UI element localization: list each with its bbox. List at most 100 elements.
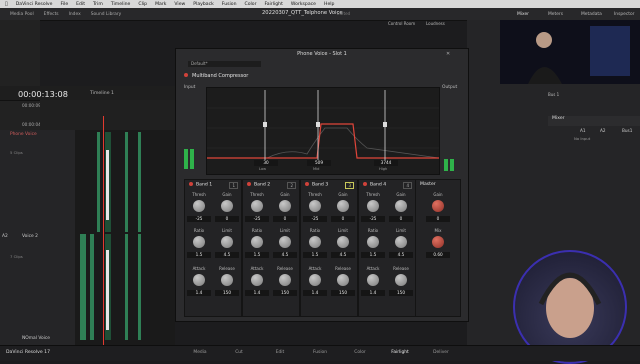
close-icon[interactable]: ✕ bbox=[446, 51, 450, 57]
ratio-value[interactable]: 1.5 bbox=[245, 252, 269, 258]
mix-value[interactable]: 0.60 bbox=[426, 252, 450, 258]
limit-value[interactable]: 4.5 bbox=[331, 252, 355, 258]
master-gain-knob[interactable] bbox=[432, 200, 444, 212]
menu-app[interactable]: DaVinci Resolve bbox=[16, 2, 53, 7]
menu-view[interactable]: View bbox=[174, 2, 185, 7]
track-name[interactable]: Phone Voice bbox=[10, 132, 37, 137]
audio-clip[interactable] bbox=[90, 234, 94, 340]
band-header[interactable]: Band 1 bbox=[189, 182, 212, 188]
mix-knob[interactable] bbox=[432, 236, 444, 248]
nav-color[interactable]: Color bbox=[345, 350, 375, 355]
release-knob[interactable] bbox=[337, 274, 349, 286]
ratio-knob[interactable] bbox=[193, 236, 205, 248]
audio-clip[interactable] bbox=[125, 132, 128, 232]
bus-select[interactable]: Bus 1 bbox=[548, 92, 559, 97]
attack-knob[interactable] bbox=[309, 274, 321, 286]
sound-library-button[interactable]: Sound Library bbox=[91, 12, 122, 17]
band-enable-icon[interactable] bbox=[247, 182, 251, 186]
release-knob[interactable] bbox=[395, 274, 407, 286]
audio-clip[interactable] bbox=[97, 132, 100, 232]
menu-file[interactable]: File bbox=[60, 2, 68, 7]
index-button[interactable]: Index bbox=[69, 12, 81, 17]
audio-clip[interactable] bbox=[80, 234, 86, 340]
menu-trim[interactable]: Trim bbox=[93, 2, 103, 7]
preset-dropdown[interactable]: Default* bbox=[188, 61, 261, 67]
thresh-value[interactable]: -25 bbox=[245, 216, 269, 222]
menu-help[interactable]: Help bbox=[324, 2, 334, 7]
band-header[interactable]: Band 3 bbox=[305, 182, 328, 188]
menu-timeline[interactable]: Timeline bbox=[111, 2, 131, 7]
limit-value[interactable]: 4.5 bbox=[273, 252, 297, 258]
limit-value[interactable]: 4.5 bbox=[389, 252, 413, 258]
limit-value[interactable]: 4.5 bbox=[215, 252, 239, 258]
gain-value[interactable]: 0 bbox=[273, 216, 297, 222]
gain-knob[interactable] bbox=[395, 200, 407, 212]
plugin-enable-icon[interactable] bbox=[184, 73, 188, 77]
gain-value[interactable]: 0 bbox=[389, 216, 413, 222]
ratio-value[interactable]: 1.5 bbox=[303, 252, 327, 258]
nav-edit[interactable]: Edit bbox=[265, 350, 295, 355]
meters-tab[interactable]: Meters bbox=[548, 12, 563, 17]
limit-knob[interactable] bbox=[395, 236, 407, 248]
limit-knob[interactable] bbox=[337, 236, 349, 248]
menu-clip[interactable]: Clip bbox=[138, 2, 147, 7]
thresh-knob[interactable] bbox=[309, 200, 321, 212]
ratio-knob[interactable] bbox=[251, 236, 263, 248]
ratio-knob[interactable] bbox=[367, 236, 379, 248]
nav-media[interactable]: Media bbox=[185, 350, 215, 355]
attack-knob[interactable] bbox=[193, 274, 205, 286]
band-header[interactable]: Band 4 bbox=[363, 182, 386, 188]
ratio-value[interactable]: 1.5 bbox=[361, 252, 385, 258]
media-pool-button[interactable]: Media Pool bbox=[10, 12, 34, 17]
menu-color[interactable]: Color bbox=[245, 2, 257, 7]
attack-value[interactable]: 1.4 bbox=[361, 290, 385, 296]
crossover-low-value[interactable]: 30 bbox=[254, 160, 278, 166]
thresh-value[interactable]: -25 bbox=[187, 216, 211, 222]
thresh-knob[interactable] bbox=[367, 200, 379, 212]
nav-cut[interactable]: Cut bbox=[224, 350, 254, 355]
inspector-tab[interactable]: Inspector bbox=[614, 12, 634, 17]
thresh-knob[interactable] bbox=[251, 200, 263, 212]
attack-knob[interactable] bbox=[251, 274, 263, 286]
timeline-ruler[interactable] bbox=[40, 100, 175, 130]
gain-knob[interactable] bbox=[221, 200, 233, 212]
metadata-tab[interactable]: Metadata bbox=[581, 12, 602, 17]
playhead[interactable] bbox=[103, 116, 104, 345]
audio-clip[interactable] bbox=[125, 234, 128, 340]
crossover-mid-value[interactable]: 509 bbox=[307, 160, 331, 166]
apple-icon[interactable]:  bbox=[5, 2, 8, 7]
track-name[interactable]: Voice 2 bbox=[22, 234, 38, 239]
audio-clip[interactable] bbox=[138, 132, 141, 232]
gain-value[interactable]: 0 bbox=[215, 216, 239, 222]
master-gain-value[interactable]: 0 bbox=[426, 216, 450, 222]
thresh-value[interactable]: -25 bbox=[361, 216, 385, 222]
menu-fairlight[interactable]: Fairlight bbox=[265, 2, 283, 7]
thresh-value[interactable]: -25 bbox=[303, 216, 327, 222]
effects-button[interactable]: Effects bbox=[44, 12, 59, 17]
limit-knob[interactable] bbox=[221, 236, 233, 248]
attack-value[interactable]: 1.4 bbox=[303, 290, 327, 296]
release-value[interactable]: 150 bbox=[215, 290, 239, 296]
band-header[interactable]: Band 2 bbox=[247, 182, 270, 188]
menu-mark[interactable]: Mark bbox=[155, 2, 166, 7]
menu-fusion[interactable]: Fusion bbox=[222, 2, 237, 7]
ratio-value[interactable]: 1.5 bbox=[187, 252, 211, 258]
release-value[interactable]: 150 bbox=[389, 290, 413, 296]
timeline-selector[interactable]: Timeline 1 bbox=[90, 91, 114, 96]
release-knob[interactable] bbox=[221, 274, 233, 286]
band-enable-icon[interactable] bbox=[189, 182, 193, 186]
thresh-knob[interactable] bbox=[193, 200, 205, 212]
gain-knob[interactable] bbox=[337, 200, 349, 212]
ratio-knob[interactable] bbox=[309, 236, 321, 248]
release-value[interactable]: 150 bbox=[331, 290, 355, 296]
gain-knob[interactable] bbox=[279, 200, 291, 212]
attack-value[interactable]: 1.4 bbox=[187, 290, 211, 296]
attack-knob[interactable] bbox=[367, 274, 379, 286]
nav-deliver[interactable]: Deliver bbox=[426, 350, 456, 355]
nav-fairlight[interactable]: Fairlight bbox=[385, 350, 415, 355]
track-lanes[interactable] bbox=[75, 130, 175, 345]
attack-value[interactable]: 1.4 bbox=[245, 290, 269, 296]
crossover-high-value[interactable]: 3744 bbox=[374, 160, 398, 166]
release-value[interactable]: 150 bbox=[273, 290, 297, 296]
limit-knob[interactable] bbox=[279, 236, 291, 248]
